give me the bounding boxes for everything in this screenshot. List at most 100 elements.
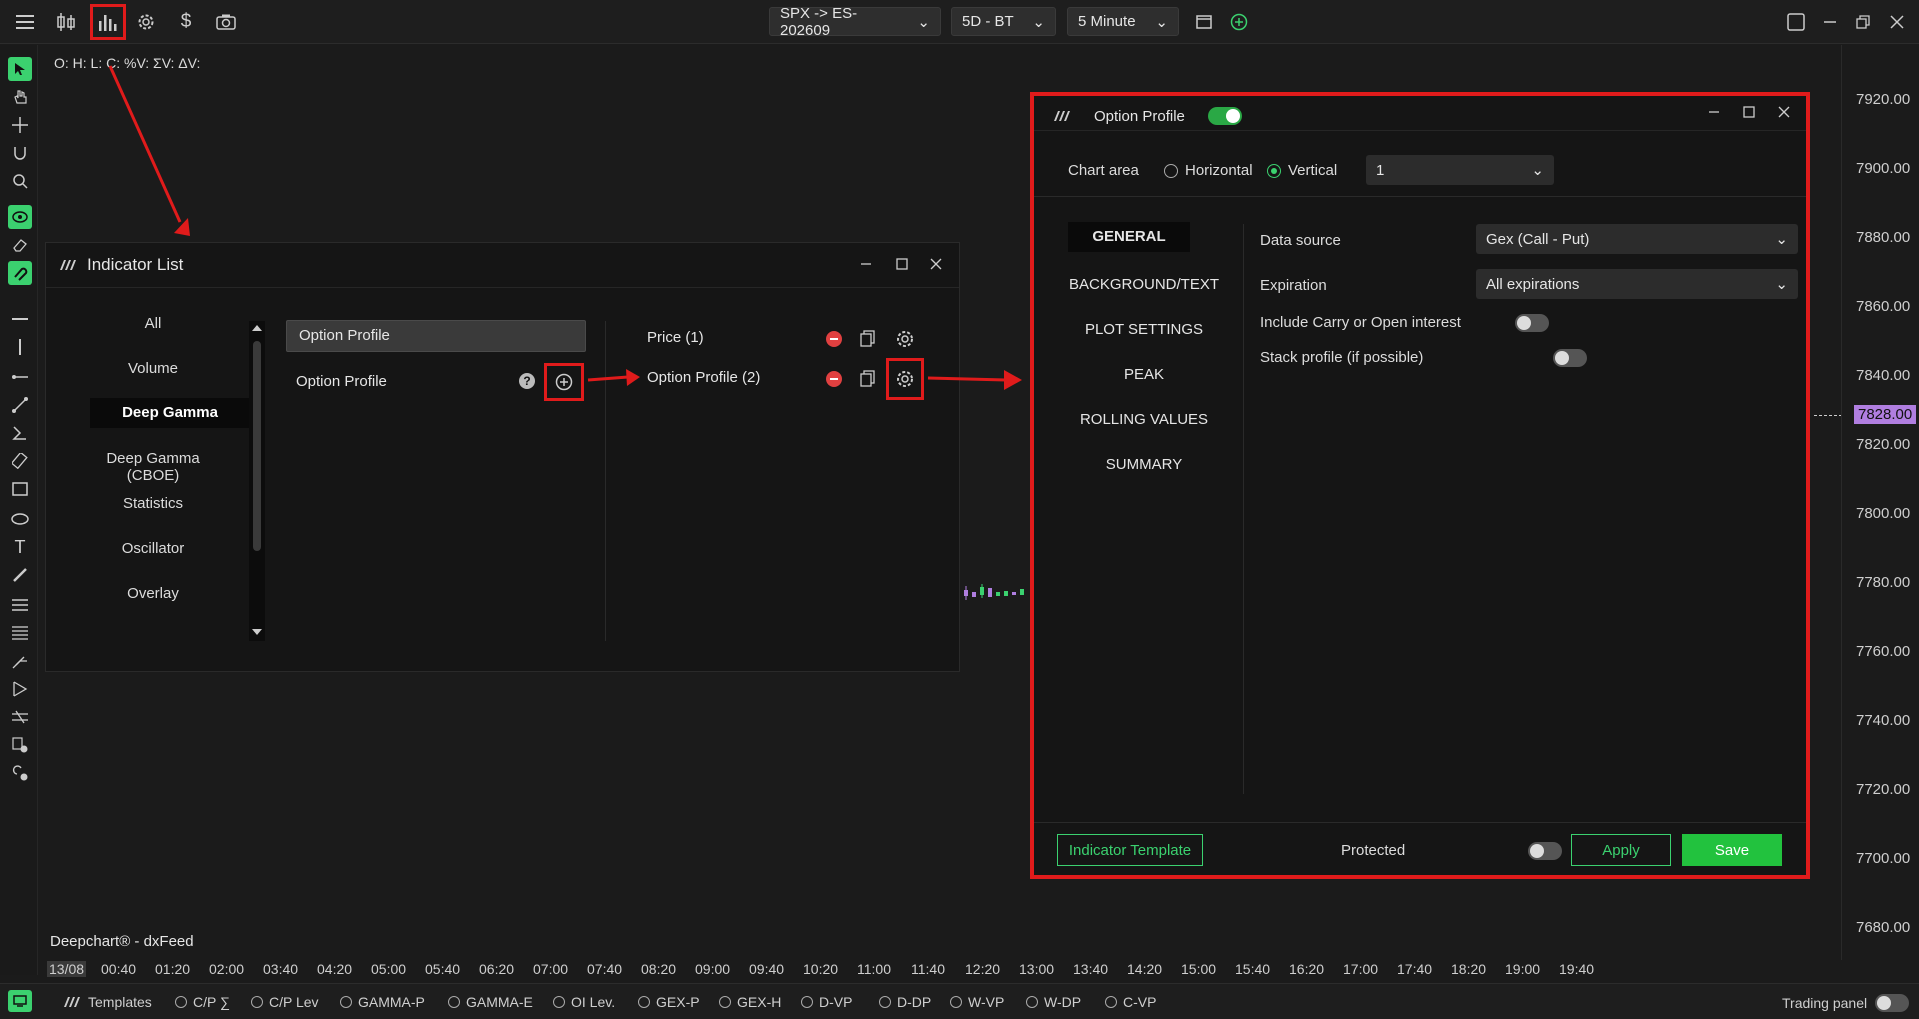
menu-icon[interactable] (10, 7, 40, 37)
close-icon[interactable] (1882, 7, 1912, 37)
eye-icon[interactable] (8, 205, 32, 229)
carry-toggle[interactable] (1514, 314, 1549, 332)
ray-icon[interactable] (8, 365, 32, 389)
save-button[interactable]: Save (1682, 834, 1782, 866)
settings-gear-icon[interactable] (895, 369, 915, 392)
measure-icon[interactable] (8, 705, 32, 729)
remove-icon[interactable] (826, 331, 842, 350)
settings-gear-icon[interactable] (895, 329, 915, 352)
remove-icon[interactable] (826, 371, 842, 390)
copy-icon[interactable] (860, 330, 876, 351)
minimize-icon[interactable] (856, 254, 876, 274)
template-item[interactable]: W-DP (1026, 994, 1081, 1010)
category-item[interactable]: Oscillator (78, 540, 228, 557)
template-item[interactable]: GAMMA-E (448, 994, 533, 1010)
monitor-icon[interactable] (8, 990, 32, 1012)
template-item[interactable]: D-DP (879, 994, 931, 1010)
minimize-icon[interactable] (1704, 102, 1724, 122)
template-item[interactable]: D-VP (801, 994, 852, 1010)
path-icon[interactable] (8, 421, 32, 445)
indicator-template-button[interactable]: Indicator Template (1057, 834, 1203, 866)
active-indicator-option-profile[interactable]: Option Profile (2) (647, 369, 760, 386)
trend-line-icon[interactable] (8, 393, 32, 417)
active-indicator-price[interactable]: Price (1) (647, 329, 704, 346)
category-item[interactable]: Deep Gamma (CBOE) (78, 450, 228, 484)
help-icon[interactable]: ? (519, 373, 535, 389)
category-item[interactable]: Overlay (78, 585, 228, 602)
indicator-search-input[interactable]: Option Profile (286, 320, 586, 352)
scroll-up-icon[interactable] (252, 325, 262, 331)
template-item[interactable]: GEX-P (638, 994, 700, 1010)
ruler-icon[interactable] (8, 449, 32, 473)
minimize-icon[interactable] (1815, 7, 1845, 37)
price-scale[interactable]: 7920.00 7900.00 7880.00 7860.00 7840.00 … (1841, 45, 1919, 960)
template-item[interactable]: OI Lev. (553, 994, 615, 1010)
category-item-selected[interactable]: Deep Gamma (90, 398, 250, 428)
menu-rolling-values[interactable]: ROLLING VALUES (1064, 411, 1224, 428)
template-item[interactable]: GEX-H (719, 994, 781, 1010)
projection-icon[interactable] (8, 677, 32, 701)
zoom-icon[interactable] (8, 169, 32, 193)
symbol-dropdown[interactable]: SPX -> ES-202609 ⌄ (769, 5, 941, 39)
apply-button[interactable]: Apply (1571, 834, 1671, 866)
interval-dropdown[interactable]: 5 Minute ⌄ (1067, 7, 1179, 36)
protected-toggle[interactable] (1527, 842, 1562, 860)
settings-dollar-icon[interactable] (8, 733, 32, 757)
template-item[interactable]: C-VP (1105, 994, 1156, 1010)
camera-icon[interactable] (211, 7, 241, 37)
eraser-icon[interactable] (8, 233, 32, 257)
restore-icon[interactable] (1848, 7, 1878, 37)
range-dropdown[interactable]: 5D - BT ⌄ (951, 7, 1056, 36)
expiration-dropdown[interactable]: All expirations ⌄ (1476, 269, 1798, 299)
maximize-icon[interactable] (1739, 102, 1759, 122)
chart-area-dropdown[interactable]: 1 ⌄ (1366, 155, 1554, 185)
fib-extension-icon[interactable] (8, 621, 32, 645)
magnet-icon[interactable] (8, 141, 32, 165)
menu-general[interactable]: GENERAL (1068, 222, 1190, 252)
menu-summary[interactable]: SUMMARY (1064, 456, 1224, 473)
stack-toggle[interactable] (1552, 349, 1587, 367)
trading-panel-toggle[interactable]: Trading panel (1782, 994, 1910, 1012)
indicators-icon[interactable] (90, 4, 126, 40)
template-item[interactable]: GAMMA-P (340, 994, 425, 1010)
gear-icon[interactable] (131, 7, 161, 37)
add-circle-icon[interactable] (1224, 7, 1254, 37)
close-icon[interactable] (1774, 102, 1794, 122)
time-scale[interactable]: 13/08 00:40 01:20 02:00 03:40 04:20 05:0… (39, 958, 1841, 980)
template-item[interactable]: W-VP (950, 994, 1004, 1010)
add-indicator-icon[interactable] (555, 373, 573, 394)
brush-icon[interactable] (8, 563, 32, 587)
vertical-line-icon[interactable] (8, 335, 32, 359)
category-item[interactable]: All (78, 315, 228, 332)
template-item[interactable]: C/P Lev (251, 994, 319, 1010)
dollar-icon[interactable]: $ (171, 7, 201, 37)
data-source-dropdown[interactable]: Gex (Call - Put) ⌄ (1476, 224, 1798, 254)
menu-peak[interactable]: PEAK (1064, 366, 1224, 383)
scroll-down-icon[interactable] (252, 629, 262, 635)
category-item[interactable]: Statistics (78, 495, 228, 512)
hand-icon[interactable] (8, 85, 32, 109)
fib-icon[interactable] (8, 593, 32, 617)
vertical-radio[interactable]: Vertical (1267, 162, 1337, 179)
result-option-profile[interactable]: Option Profile (296, 373, 387, 390)
horizontal-radio[interactable]: Horizontal (1164, 162, 1253, 179)
copy-icon[interactable] (860, 370, 876, 391)
pitchfork-icon[interactable] (8, 649, 32, 673)
pointer-icon[interactable] (8, 57, 32, 81)
category-scrollbar[interactable] (249, 321, 265, 641)
ellipse-icon[interactable] (8, 507, 32, 531)
menu-background-text[interactable]: BACKGROUND/TEXT (1064, 276, 1224, 293)
toggle-switch[interactable] (1875, 994, 1910, 1012)
window-open-icon[interactable] (1189, 7, 1219, 37)
menu-plot-settings[interactable]: PLOT SETTINGS (1064, 321, 1224, 338)
crosshair-icon[interactable] (8, 113, 32, 137)
text-icon[interactable]: T (8, 535, 32, 559)
category-item[interactable]: Volume (78, 360, 228, 377)
strategy-dollar-icon[interactable] (8, 761, 32, 785)
enable-toggle[interactable] (1208, 107, 1242, 125)
template-item[interactable]: C/P ∑ (175, 994, 230, 1010)
scroll-thumb[interactable] (253, 341, 261, 551)
templates-button[interactable]: Templates (62, 994, 152, 1010)
candles-icon[interactable] (51, 7, 81, 37)
close-icon[interactable] (926, 254, 946, 274)
